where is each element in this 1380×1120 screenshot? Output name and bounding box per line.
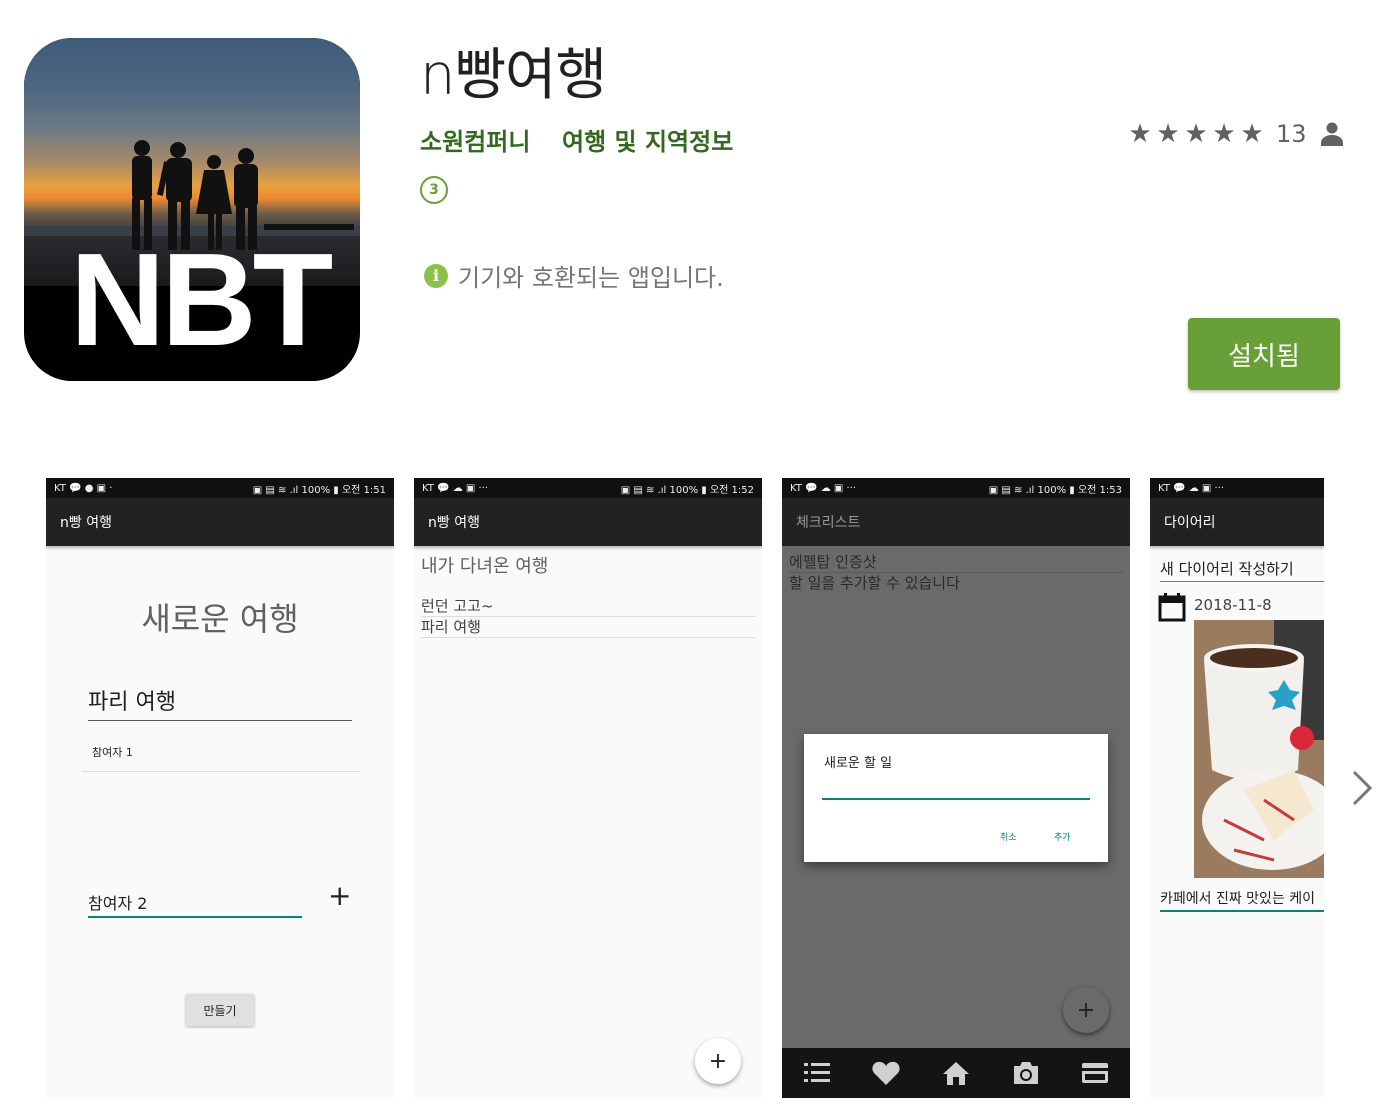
category-link[interactable]: 여행 및 지역정보: [562, 122, 733, 157]
calendar-icon: [1158, 593, 1186, 622]
dialog-input-underline: [822, 798, 1090, 800]
app-icon: NBT: [24, 38, 360, 381]
diary-description-field: 카페에서 진짜 맛있는 케이: [1160, 888, 1324, 912]
app-title: n빵여행: [420, 43, 607, 108]
status-left: KT 💬 ☁ ▣ ···: [790, 482, 857, 494]
age-rating-badge: 3: [420, 176, 448, 204]
installed-button[interactable]: 설치됨: [1188, 318, 1340, 390]
screenshot-trip-list[interactable]: KT 💬 ☁ ▣ ··· ▣ ▤ ≋ .ıl 100% ▮ 오전 1:52 n빵…: [414, 478, 762, 1098]
rating-count: 13: [1276, 120, 1307, 148]
list-item: 런던 고고~: [421, 596, 755, 617]
person-icon: [1320, 122, 1343, 146]
diary-date: 2018-11-8: [1194, 596, 1272, 614]
app-bar: 체크리스트: [782, 498, 1130, 546]
screenshot-checklist[interactable]: KT 💬 ☁ ▣ ··· ▣ ▤ ≋ .ıl 100% ▮ 오전 1:53 체크…: [782, 478, 1130, 1098]
camera-icon: [1006, 1053, 1046, 1093]
bottom-nav: [782, 1048, 1130, 1098]
new-task-dialog: 새로운 할 일 취소 추가: [804, 734, 1108, 862]
status-bar: KT 💬 ☁ ▣ ···: [1150, 478, 1324, 498]
status-bar: KT 💬 ☁ ▣ ··· ▣ ▤ ≋ .ıl 100% ▮ 오전 1:52: [414, 478, 762, 498]
status-left: KT 💬 ☁ ▣ ···: [1158, 482, 1225, 494]
star-icon: ★: [1128, 119, 1152, 149]
chevron-right-icon: [1352, 770, 1373, 806]
divider: [82, 771, 360, 772]
next-screenshot-arrow[interactable]: [1348, 768, 1376, 808]
cancel-button: 취소: [1000, 830, 1017, 843]
list-item: 에펠탑 인증샷: [789, 552, 1123, 573]
rating-summary: ★ ★ ★ ★ ★ 13: [1128, 120, 1343, 148]
app-icon-logo-text: NBT: [70, 226, 333, 373]
status-bar: KT 💬 ● ▣ · ▣ ▤ ≋ .ıl 100% ▮ 오전 1:51: [46, 478, 394, 498]
star-icon: ★: [1156, 119, 1180, 149]
list-item: 할 일을 추가할 수 있습니다: [789, 574, 960, 592]
new-trip-heading: 새로운 여행: [141, 600, 299, 638]
star-icon: ★: [1240, 119, 1264, 149]
status-right: ▣ ▤ ≋ .ıl 100% ▮ 오전 1:52: [620, 484, 754, 496]
add-task-fab: +: [1063, 987, 1109, 1033]
diary-photo: [1194, 620, 1324, 878]
status-bar: KT 💬 ☁ ▣ ··· ▣ ▤ ≋ .ıl 100% ▮ 오전 1:53: [782, 478, 1130, 498]
make-button: 만들기: [186, 994, 254, 1026]
status-left: KT 💬 ☁ ▣ ···: [422, 482, 489, 494]
app-bar: 다이어리: [1150, 498, 1324, 546]
compatibility-notice: i 기기와 호환되는 앱입니다.: [424, 258, 724, 293]
dialog-title: 새로운 할 일: [824, 756, 893, 771]
trip-name-field: 파리 여행: [88, 684, 352, 721]
add-trip-fab: +: [695, 1038, 741, 1084]
star-icon: ★: [1184, 119, 1208, 149]
list-icon: [797, 1053, 837, 1093]
add-button: 추가: [1054, 830, 1071, 843]
status-right: ▣ ▤ ≋ .ıl 100% ▮ 오전 1:51: [252, 484, 386, 496]
compatibility-text: 기기와 호환되는 앱입니다.: [458, 264, 724, 292]
add-participant-icon: +: [328, 879, 352, 912]
developer-link[interactable]: 소원컴퍼니: [420, 122, 530, 157]
info-icon: i: [424, 263, 448, 288]
diary-title-field: 새 다이어리 작성하기: [1160, 558, 1324, 582]
participant-2-field: 참여자 2: [88, 890, 302, 918]
list-item: 파리 여행: [421, 617, 755, 638]
screenshot-diary[interactable]: KT 💬 ☁ ▣ ··· 다이어리 새 다이어리 작성하기 2018-11-8 …: [1150, 478, 1324, 1098]
participant-1-label: 참여자 1: [92, 746, 133, 759]
app-bar: n빵 여행: [414, 498, 762, 546]
app-bar: n빵 여행: [46, 498, 394, 546]
home-icon: [936, 1053, 976, 1093]
screenshot-new-trip[interactable]: KT 💬 ● ▣ · ▣ ▤ ≋ .ıl 100% ▮ 오전 1:51 n빵 여…: [46, 478, 394, 1098]
trip-list-heading: 내가 다녀온 여행: [421, 556, 549, 577]
status-left: KT 💬 ● ▣ ·: [54, 482, 113, 494]
status-right: ▣ ▤ ≋ .ıl 100% ▮ 오전 1:53: [988, 484, 1122, 496]
star-icon: ★: [1212, 119, 1236, 149]
heart-icon: [866, 1053, 906, 1093]
card-icon: [1075, 1053, 1115, 1093]
